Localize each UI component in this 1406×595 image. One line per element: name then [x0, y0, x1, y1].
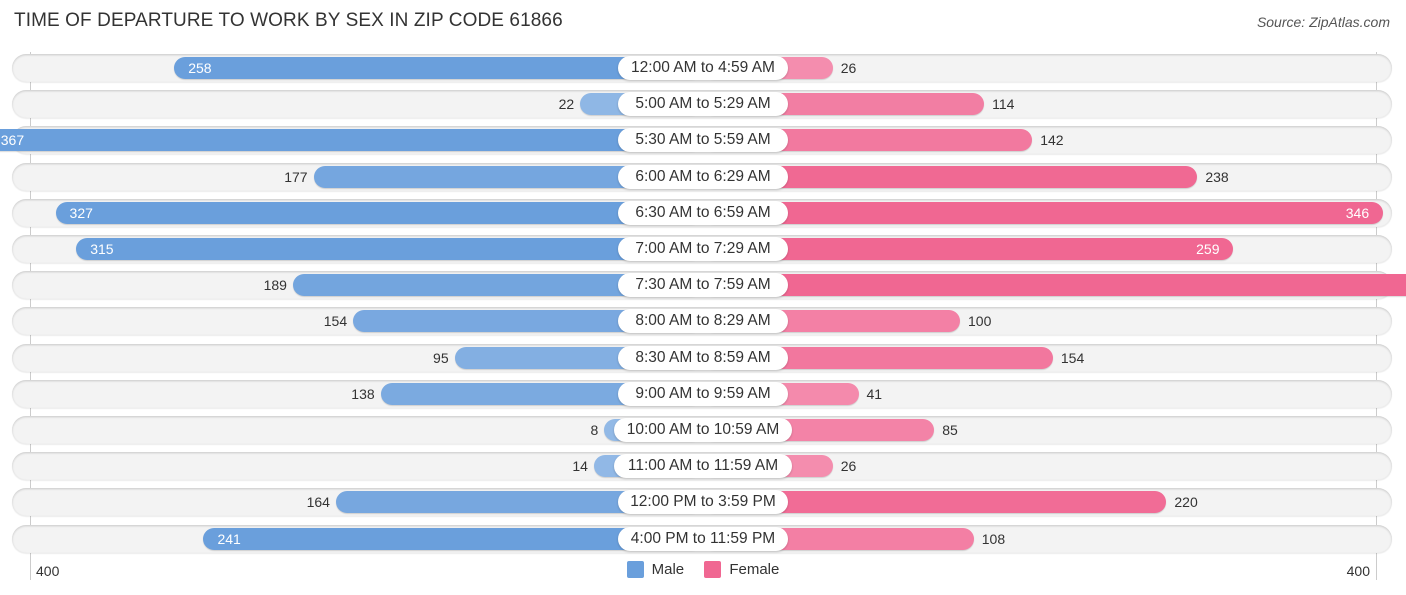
legend-label-female: Female: [729, 561, 780, 578]
legend-label-male: Male: [651, 561, 685, 578]
category-label: 5:30 AM to 5:59 AM: [618, 128, 788, 153]
value-label-male: 367: [0, 132, 25, 149]
category-label: 12:00 AM to 4:59 AM: [618, 56, 788, 80]
legend-item-male: Male: [626, 561, 685, 578]
value-label-male: 164: [306, 494, 330, 511]
category-label: 11:00 AM to 11:59 AM: [614, 454, 792, 479]
value-label-male: 258: [188, 60, 212, 76]
value-label-female: 114: [992, 96, 1015, 113]
value-label-male: 327: [69, 204, 93, 221]
bar-female: [703, 274, 1406, 297]
value-label-male: 315: [90, 241, 114, 257]
source-label: Source: ZipAtlas.com: [1256, 14, 1390, 30]
value-label-male: 95: [433, 349, 449, 366]
value-label-male: 177: [284, 168, 308, 185]
bar-male: [0, 129, 703, 152]
bar-male: [76, 238, 703, 260]
value-label-female: 346: [1345, 204, 1370, 221]
value-label-male: 241: [217, 530, 241, 547]
value-label-female: 85: [942, 422, 958, 438]
value-label-female: 108: [981, 530, 1006, 547]
bar-female: [703, 201, 1384, 224]
value-label-female: 100: [968, 313, 992, 330]
value-label-female: 142: [1040, 132, 1064, 149]
value-label-male: 14: [572, 458, 588, 475]
value-label-female: 41: [866, 385, 883, 402]
value-label-male: 8: [590, 422, 599, 438]
legend-item-female: Female: [704, 561, 779, 578]
value-label-female: 220: [1174, 494, 1198, 511]
category-label: 7:30 AM to 7:59 AM: [618, 273, 788, 298]
value-label-female: 26: [840, 60, 857, 76]
value-label-male: 189: [263, 277, 287, 294]
category-label: 8:00 AM to 8:29 AM: [618, 309, 788, 334]
category-label: 12:00 PM to 3:59 PM: [618, 490, 788, 515]
category-label: 6:30 AM to 6:59 AM: [618, 200, 788, 225]
legend-swatch-male: [626, 561, 644, 578]
value-label-male: 138: [351, 385, 375, 402]
category-label: 10:00 AM to 10:59 AM: [614, 418, 792, 442]
value-label-female: 26: [840, 458, 857, 475]
value-label-female: 154: [1060, 349, 1085, 366]
category-label: 4:00 PM to 11:59 PM: [618, 526, 788, 551]
category-label: 8:30 AM to 8:59 AM: [618, 345, 788, 370]
chart-title: TIME OF DEPARTURE TO WORK BY SEX IN ZIP …: [14, 10, 563, 31]
value-label-male: 22: [558, 96, 575, 113]
legend: Male Female: [0, 561, 1406, 582]
value-label-male: 154: [323, 313, 348, 330]
category-label: 7:00 AM to 7:29 AM: [618, 237, 788, 261]
category-label: 6:00 AM to 6:29 AM: [618, 164, 788, 189]
value-label-female: 238: [1205, 168, 1229, 185]
legend-swatch-female: [704, 561, 722, 578]
bar-male: [55, 201, 703, 224]
value-label-female: 259: [1196, 241, 1220, 257]
category-label: 9:00 AM to 9:59 AM: [618, 381, 788, 406]
category-label: 5:00 AM to 5:29 AM: [618, 92, 788, 117]
